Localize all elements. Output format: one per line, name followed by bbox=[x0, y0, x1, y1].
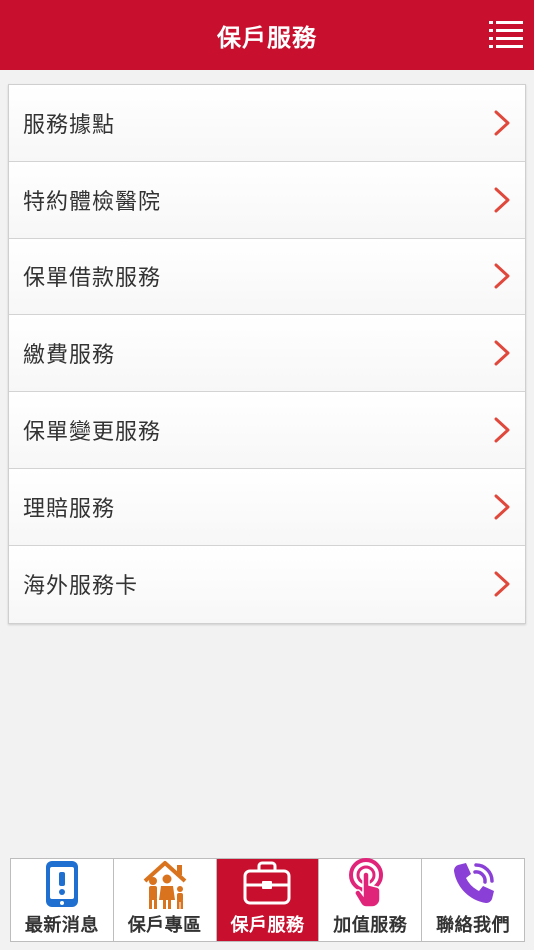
list-item-label: 理賠服務 bbox=[23, 496, 116, 522]
list-item-label: 保單變更服務 bbox=[23, 420, 162, 446]
phone-alert-icon bbox=[34, 859, 90, 909]
list-item-policy-loan[interactable]: 保單借款服務 bbox=[9, 238, 525, 316]
phone-call-icon bbox=[445, 859, 501, 909]
list-item-claims[interactable]: 理賠服務 bbox=[9, 468, 525, 546]
list-item-service-locations[interactable]: 服務據點 bbox=[9, 85, 525, 162]
app-header: 保戶服務 bbox=[0, 0, 534, 70]
tab-label: 保戶專區 bbox=[127, 915, 202, 936]
chevron-right-icon bbox=[494, 494, 510, 520]
tab-latest-news[interactable]: 最新消息 bbox=[11, 859, 114, 941]
chevron-right-icon bbox=[494, 571, 510, 597]
chevron-right-icon bbox=[494, 417, 510, 443]
tab-label: 聯絡我們 bbox=[436, 915, 511, 936]
list-item-contract-hospitals[interactable]: 特約體檢醫院 bbox=[9, 161, 525, 239]
list-item-label: 保單借款服務 bbox=[23, 266, 162, 292]
list-item-policy-change[interactable]: 保單變更服務 bbox=[9, 392, 525, 469]
chevron-right-icon bbox=[494, 263, 510, 289]
tab-label: 加值服務 bbox=[333, 915, 408, 936]
tab-policyholder-zone[interactable]: 保戶專區 bbox=[113, 859, 217, 941]
tab-label: 最新消息 bbox=[24, 915, 99, 936]
list-item-payment[interactable]: 繳費服務 bbox=[9, 315, 525, 393]
list-item-label: 服務據點 bbox=[23, 112, 116, 138]
list-item-label: 特約體檢醫院 bbox=[23, 189, 162, 215]
list-menu-icon bbox=[489, 21, 523, 48]
tap-finger-icon bbox=[342, 857, 398, 909]
bottom-tab-bar: 最新消息 保戶專區 保戶服務 加值服務 聯絡我們 bbox=[10, 858, 525, 942]
list-item-label: 繳費服務 bbox=[23, 343, 116, 369]
tab-contact-us[interactable]: 聯絡我們 bbox=[422, 859, 524, 941]
service-list: 服務據點 特約體檢醫院 保單借款服務 繳費服務 保單變更服務 理賠服務 海外服務… bbox=[8, 84, 526, 624]
briefcase-icon bbox=[239, 859, 295, 909]
chevron-right-icon bbox=[494, 110, 510, 136]
chevron-right-icon bbox=[494, 187, 510, 213]
tab-value-added[interactable]: 加值服務 bbox=[319, 857, 423, 941]
tab-policyholder-services[interactable]: 保戶服務 bbox=[216, 859, 320, 941]
page-title: 保戶服務 bbox=[217, 23, 317, 52]
tab-label: 保戶服務 bbox=[230, 915, 305, 936]
list-item-label: 海外服務卡 bbox=[23, 574, 139, 600]
list-item-overseas-card[interactable]: 海外服務卡 bbox=[9, 545, 525, 623]
menu-button[interactable] bbox=[488, 15, 524, 55]
chevron-right-icon bbox=[494, 340, 510, 366]
family-home-icon bbox=[137, 859, 193, 909]
